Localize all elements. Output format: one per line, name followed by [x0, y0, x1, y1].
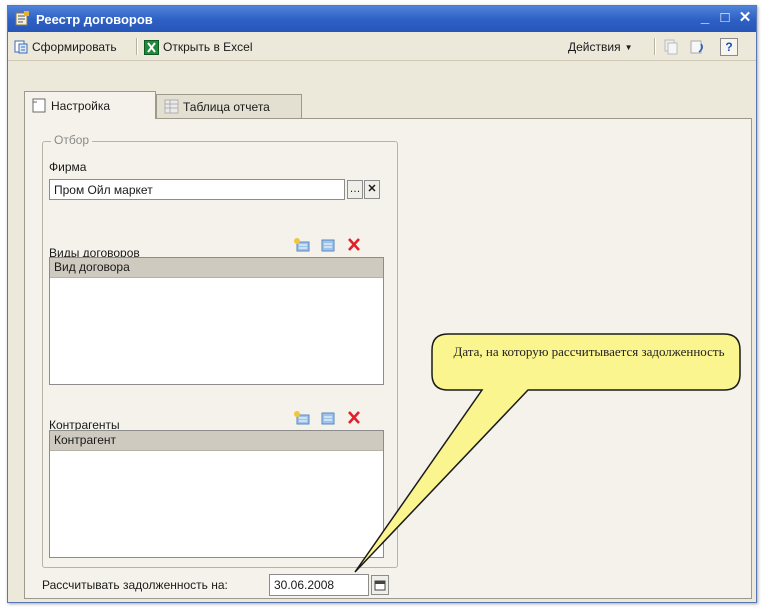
callout-text: Дата, на которую рассчитывается задолжен…: [453, 344, 725, 359]
settings-tab-icon: [32, 98, 46, 113]
tab-settings-label: Настройка: [51, 98, 111, 113]
tab-settings[interactable]: Настройка: [24, 91, 156, 119]
